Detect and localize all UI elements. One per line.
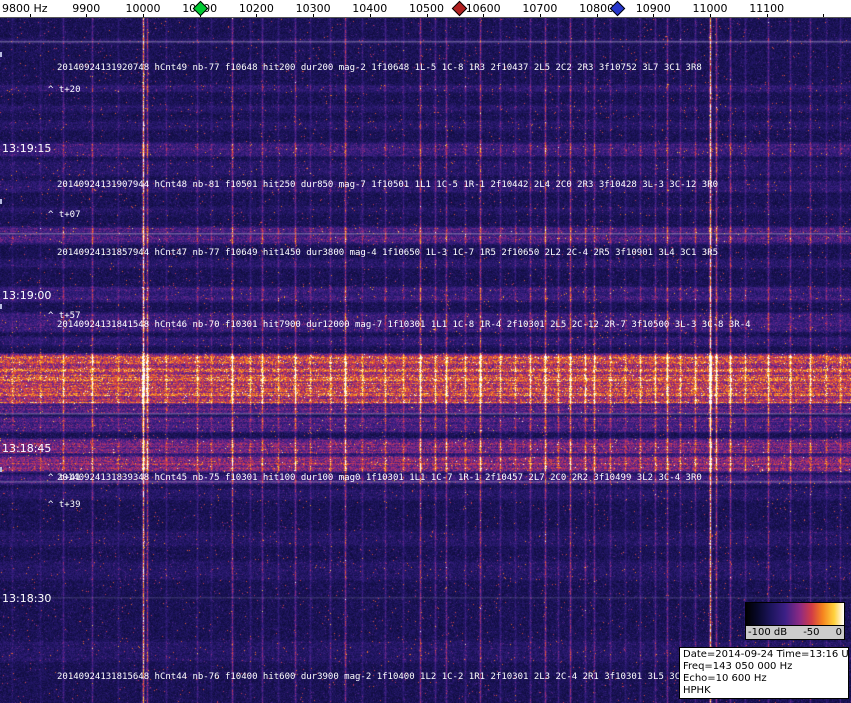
legend-label: -50 — [803, 627, 820, 638]
freq-label: 10500 — [409, 2, 444, 15]
freq-label: 10700 — [522, 2, 558, 15]
freq-label: 9800 Hz — [2, 2, 48, 15]
color-scale-gradient — [745, 602, 845, 626]
info-line: Freq=143 050 000 Hz — [683, 661, 793, 672]
frequency-ruler: 9800 Hz990010000101001020010300104001050… — [0, 0, 851, 18]
info-line: Date=2014-09-24 Time=13:16 UTC — [683, 649, 849, 660]
color-scale-labels: -100 dB -50 0 — [745, 626, 845, 640]
freq-label: 10200 — [238, 2, 274, 15]
freq-label: 9900 — [72, 2, 101, 15]
color-scale-legend: -100 dB -50 0 — [745, 602, 845, 640]
legend-label: 0 — [835, 627, 842, 638]
info-box: Date=2014-09-24 Time=13:16 UTC Freq=143 0… — [679, 647, 849, 699]
freq-label: 11000 — [692, 2, 728, 15]
meteor-spectrogram-app: 9800 Hz990010000101001020010300104001050… — [0, 0, 851, 703]
info-line: HPHK — [683, 685, 711, 696]
freq-label: 10600 — [465, 2, 501, 15]
info-line: Echo=10 600 Hz — [683, 673, 767, 684]
freq-label: 10300 — [295, 2, 331, 15]
legend-label: -100 dB — [748, 627, 788, 638]
freq-label: 10900 — [635, 2, 671, 15]
freq-tick — [823, 14, 825, 17]
freq-label: 10400 — [352, 2, 388, 15]
freq-label: 10000 — [125, 2, 161, 15]
spectrogram-canvas — [0, 18, 851, 703]
freq-label: 11100 — [749, 2, 785, 15]
